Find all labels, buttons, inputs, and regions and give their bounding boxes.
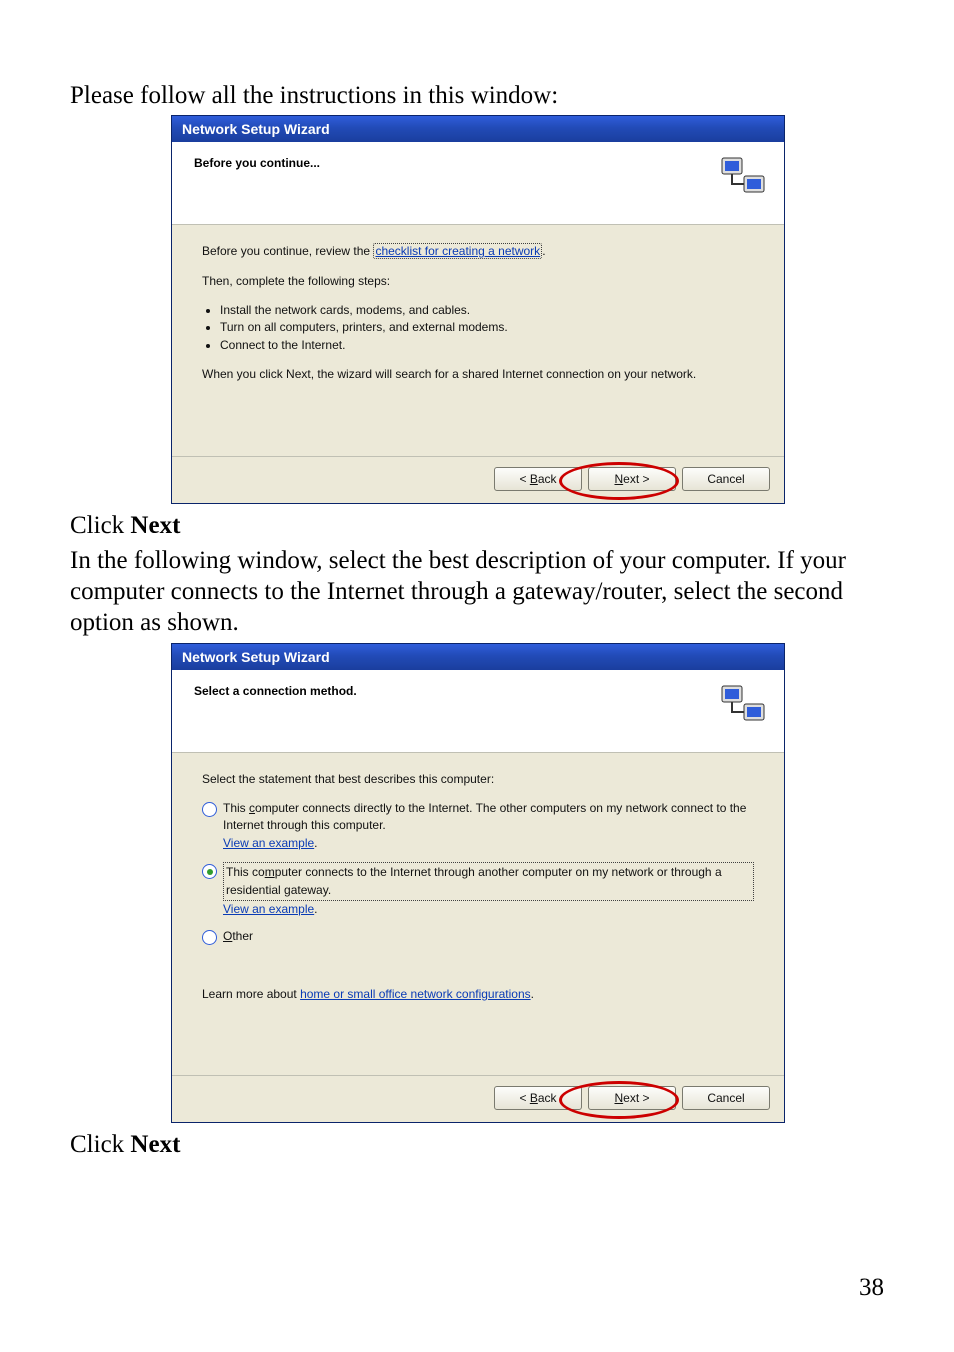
option-3-radio[interactable] bbox=[202, 930, 217, 945]
wizard1-step-1: Install the network cards, modems, and c… bbox=[220, 302, 754, 319]
network-computers-icon bbox=[720, 682, 766, 728]
wizard2-header-strip: Select a connection method. bbox=[172, 670, 784, 753]
option-2-row[interactable]: This computer connects to the Internet t… bbox=[202, 862, 754, 918]
wizard1-search-line: When you click Next, the wizard will sea… bbox=[202, 366, 754, 383]
wizard1-titlebar: Network Setup Wizard bbox=[172, 116, 784, 142]
wizard1-window: Network Setup Wizard Before you continue… bbox=[171, 115, 785, 503]
wizard2-titlebar: Network Setup Wizard bbox=[172, 644, 784, 670]
wizard1-content: Before you continue, review the checklis… bbox=[172, 225, 784, 455]
option-1-label: This computer connects directly to the I… bbox=[223, 801, 746, 832]
next-button[interactable]: Next > bbox=[588, 1086, 676, 1110]
option-2-text-block: This computer connects to the Internet t… bbox=[223, 862, 754, 918]
wizard1-review-prefix: Before you continue, review the bbox=[202, 244, 373, 258]
option-3-label: Other bbox=[223, 928, 253, 945]
option-2-radio[interactable] bbox=[202, 864, 217, 879]
wizard1-review-line: Before you continue, review the checklis… bbox=[202, 243, 754, 260]
wizard2-button-panel: < Back Next > Cancel bbox=[172, 1075, 784, 1122]
wizard1-step-2: Turn on all computers, printers, and ext… bbox=[220, 319, 754, 336]
learn-more-line: Learn more about home or small office ne… bbox=[202, 986, 754, 1003]
network-computers-icon bbox=[720, 154, 766, 200]
click-next-1-prefix: Click bbox=[70, 512, 130, 539]
click-next-1-bold: Next bbox=[130, 512, 180, 539]
intro-text: Please follow all the instructions in th… bbox=[70, 80, 884, 111]
option-1-row[interactable]: This computer connects directly to the I… bbox=[202, 800, 754, 852]
wizard1-steps-list: Install the network cards, modems, and c… bbox=[202, 302, 754, 354]
option-1-example-link[interactable]: View an example bbox=[223, 836, 314, 850]
wizard2-window: Network Setup Wizard Select a connection… bbox=[171, 643, 785, 1124]
mid-paragraph: In the following window, select the best… bbox=[70, 545, 884, 639]
click-next-1: Click Next bbox=[70, 510, 884, 541]
wizard1-header-strip: Before you continue... bbox=[172, 142, 784, 225]
click-next-2-prefix: Click bbox=[70, 1131, 130, 1158]
click-next-2-bold: Next bbox=[130, 1131, 180, 1158]
wizard2-select-line: Select the statement that best describes… bbox=[202, 771, 754, 788]
wizard1-header-title: Before you continue... bbox=[194, 154, 320, 170]
option-2-label: This computer connects to the Internet t… bbox=[223, 862, 754, 901]
back-button[interactable]: < Back bbox=[494, 1086, 582, 1110]
option-1-radio[interactable] bbox=[202, 802, 217, 817]
click-next-2: Click Next bbox=[70, 1129, 884, 1160]
wizard2-wrap: Network Setup Wizard Select a connection… bbox=[171, 643, 783, 1124]
option-1-text-block: This computer connects directly to the I… bbox=[223, 800, 754, 852]
cancel-button[interactable]: Cancel bbox=[682, 1086, 770, 1110]
cancel-button[interactable]: Cancel bbox=[682, 467, 770, 491]
wizard2-header-title: Select a connection method. bbox=[194, 682, 357, 698]
wizard1-step-3: Connect to the Internet. bbox=[220, 337, 754, 354]
wizard1-wrap: Network Setup Wizard Before you continue… bbox=[171, 115, 783, 503]
learn-more-link[interactable]: home or small office network configurati… bbox=[300, 987, 531, 1001]
wizard1-button-panel: < Back Next > Cancel bbox=[172, 456, 784, 503]
back-button[interactable]: < Back bbox=[494, 467, 582, 491]
checklist-link[interactable]: checklist for creating a network bbox=[373, 243, 542, 259]
next-button[interactable]: Next > bbox=[588, 467, 676, 491]
learn-more-suffix: . bbox=[531, 987, 534, 1001]
option-2-example-link[interactable]: View an example bbox=[223, 902, 314, 916]
wizard2-content: Select the statement that best describes… bbox=[172, 753, 784, 1076]
document-page: Please follow all the instructions in th… bbox=[0, 0, 954, 1352]
page-number: 38 bbox=[859, 1274, 884, 1302]
wizard1-then-line: Then, complete the following steps: bbox=[202, 273, 754, 290]
learn-more-prefix: Learn more about bbox=[202, 987, 300, 1001]
option-3-row[interactable]: Other bbox=[202, 928, 754, 945]
wizard1-review-suffix: . bbox=[542, 244, 545, 258]
